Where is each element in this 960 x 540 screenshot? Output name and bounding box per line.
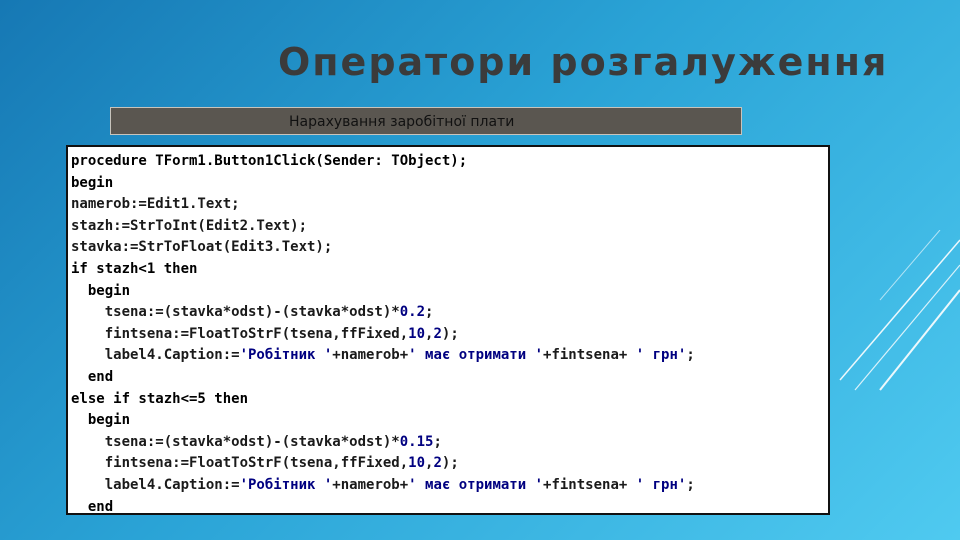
code-token: ; (433, 433, 442, 450)
code-line: tsena:=(stavka*odst)-(stavka*odst)*0.15; (71, 432, 828, 454)
code-token: 'Робітник ' (239, 476, 333, 493)
code-line: namerob:=Edit1.Text; (71, 194, 828, 216)
code-token: fintsena:=FloatToStrF(tsena,ffFixed, (71, 325, 409, 342)
code-line: begin (71, 410, 828, 432)
code-line: begin (71, 173, 828, 195)
code-token: stazh:=StrToInt(Edit2.Text); (71, 217, 308, 234)
code-line: fintsena:=FloatToStrF(tsena,ffFixed,10,2… (71, 324, 828, 346)
code-token: 10 (408, 325, 426, 342)
code-token: ; (425, 304, 434, 321)
code-token: ' грн' (635, 347, 687, 364)
decorative-lines (839, 230, 960, 391)
code-line: stazh:=StrToInt(Edit2.Text); (71, 216, 828, 238)
code-line: label4.Caption:='Робітник '+namerob+' ма… (71, 475, 828, 497)
code-token: +fintsena+ (543, 347, 636, 364)
code-token: 2 (433, 455, 442, 472)
code-line: begin (71, 281, 828, 303)
code-token: end (71, 368, 114, 385)
code-token: procedure TForm1.Button1Click(Sender: TO… (71, 153, 468, 169)
code-token: 0.2 (399, 304, 426, 321)
code-token: begin (71, 412, 131, 429)
code-token: label4.Caption:= (71, 347, 240, 364)
code-token: 2 (433, 325, 442, 342)
code-token: tsena:=(stavka*odst)-(stavka*odst)* (71, 433, 400, 450)
code-token: ); (441, 325, 459, 342)
code-token: end (71, 498, 114, 515)
code-token: namerob:=Edit1.Text; (71, 196, 240, 213)
code-token: stavka:=StrToFloat(Edit3.Text); (71, 239, 333, 256)
code-caption-bar: Нарахування заробітної плати (110, 107, 742, 135)
code-token: begin (71, 174, 114, 191)
code-token: ' має отримати ' (408, 476, 544, 493)
code-token: +fintsena+ (543, 476, 636, 493)
code-token: ; (686, 347, 695, 364)
code-token: if stazh<1 then (71, 260, 198, 277)
code-token: else if stazh<=5 then (71, 390, 249, 407)
code-line: fintsena:=FloatToStrF(tsena,ffFixed,10,2… (71, 453, 828, 475)
code-line: tsena:=(stavka*odst)-(stavka*odst)*0.2; (71, 302, 828, 324)
code-line: end (71, 367, 828, 389)
code-token: ' грн' (635, 476, 687, 493)
code-token: 0.15 (399, 433, 434, 450)
code-line: stavka:=StrToFloat(Edit3.Text); (71, 237, 828, 259)
code-listing: procedure TForm1.Button1Click(Sender: TO… (66, 145, 830, 515)
code-line: if stazh<1 then (71, 259, 828, 281)
code-token: ' має отримати ' (408, 347, 544, 364)
code-token: label4.Caption:= (71, 476, 240, 493)
code-line: procedure TForm1.Button1Click(Sender: TO… (71, 151, 828, 173)
code-token: +namerob+ (332, 476, 409, 493)
code-token: ; (686, 476, 695, 493)
code-token: fintsena:=FloatToStrF(tsena,ffFixed, (71, 455, 409, 472)
code-line: else if stazh<=5 then (71, 389, 828, 411)
code-token: tsena:=(stavka*odst)-(stavka*odst)* (71, 304, 400, 321)
slide-title: Оператори розгалуження (278, 40, 889, 84)
code-token: 10 (408, 455, 426, 472)
code-token: ); (441, 455, 459, 472)
code-caption-text: Нарахування заробітної плати (289, 114, 515, 130)
code-line: label4.Caption:='Робітник '+namerob+' ма… (71, 345, 828, 367)
code-token: +namerob+ (332, 347, 409, 364)
code-line: end (71, 497, 828, 519)
code-token: 'Робітник ' (239, 347, 333, 364)
code-token: begin (71, 282, 131, 299)
